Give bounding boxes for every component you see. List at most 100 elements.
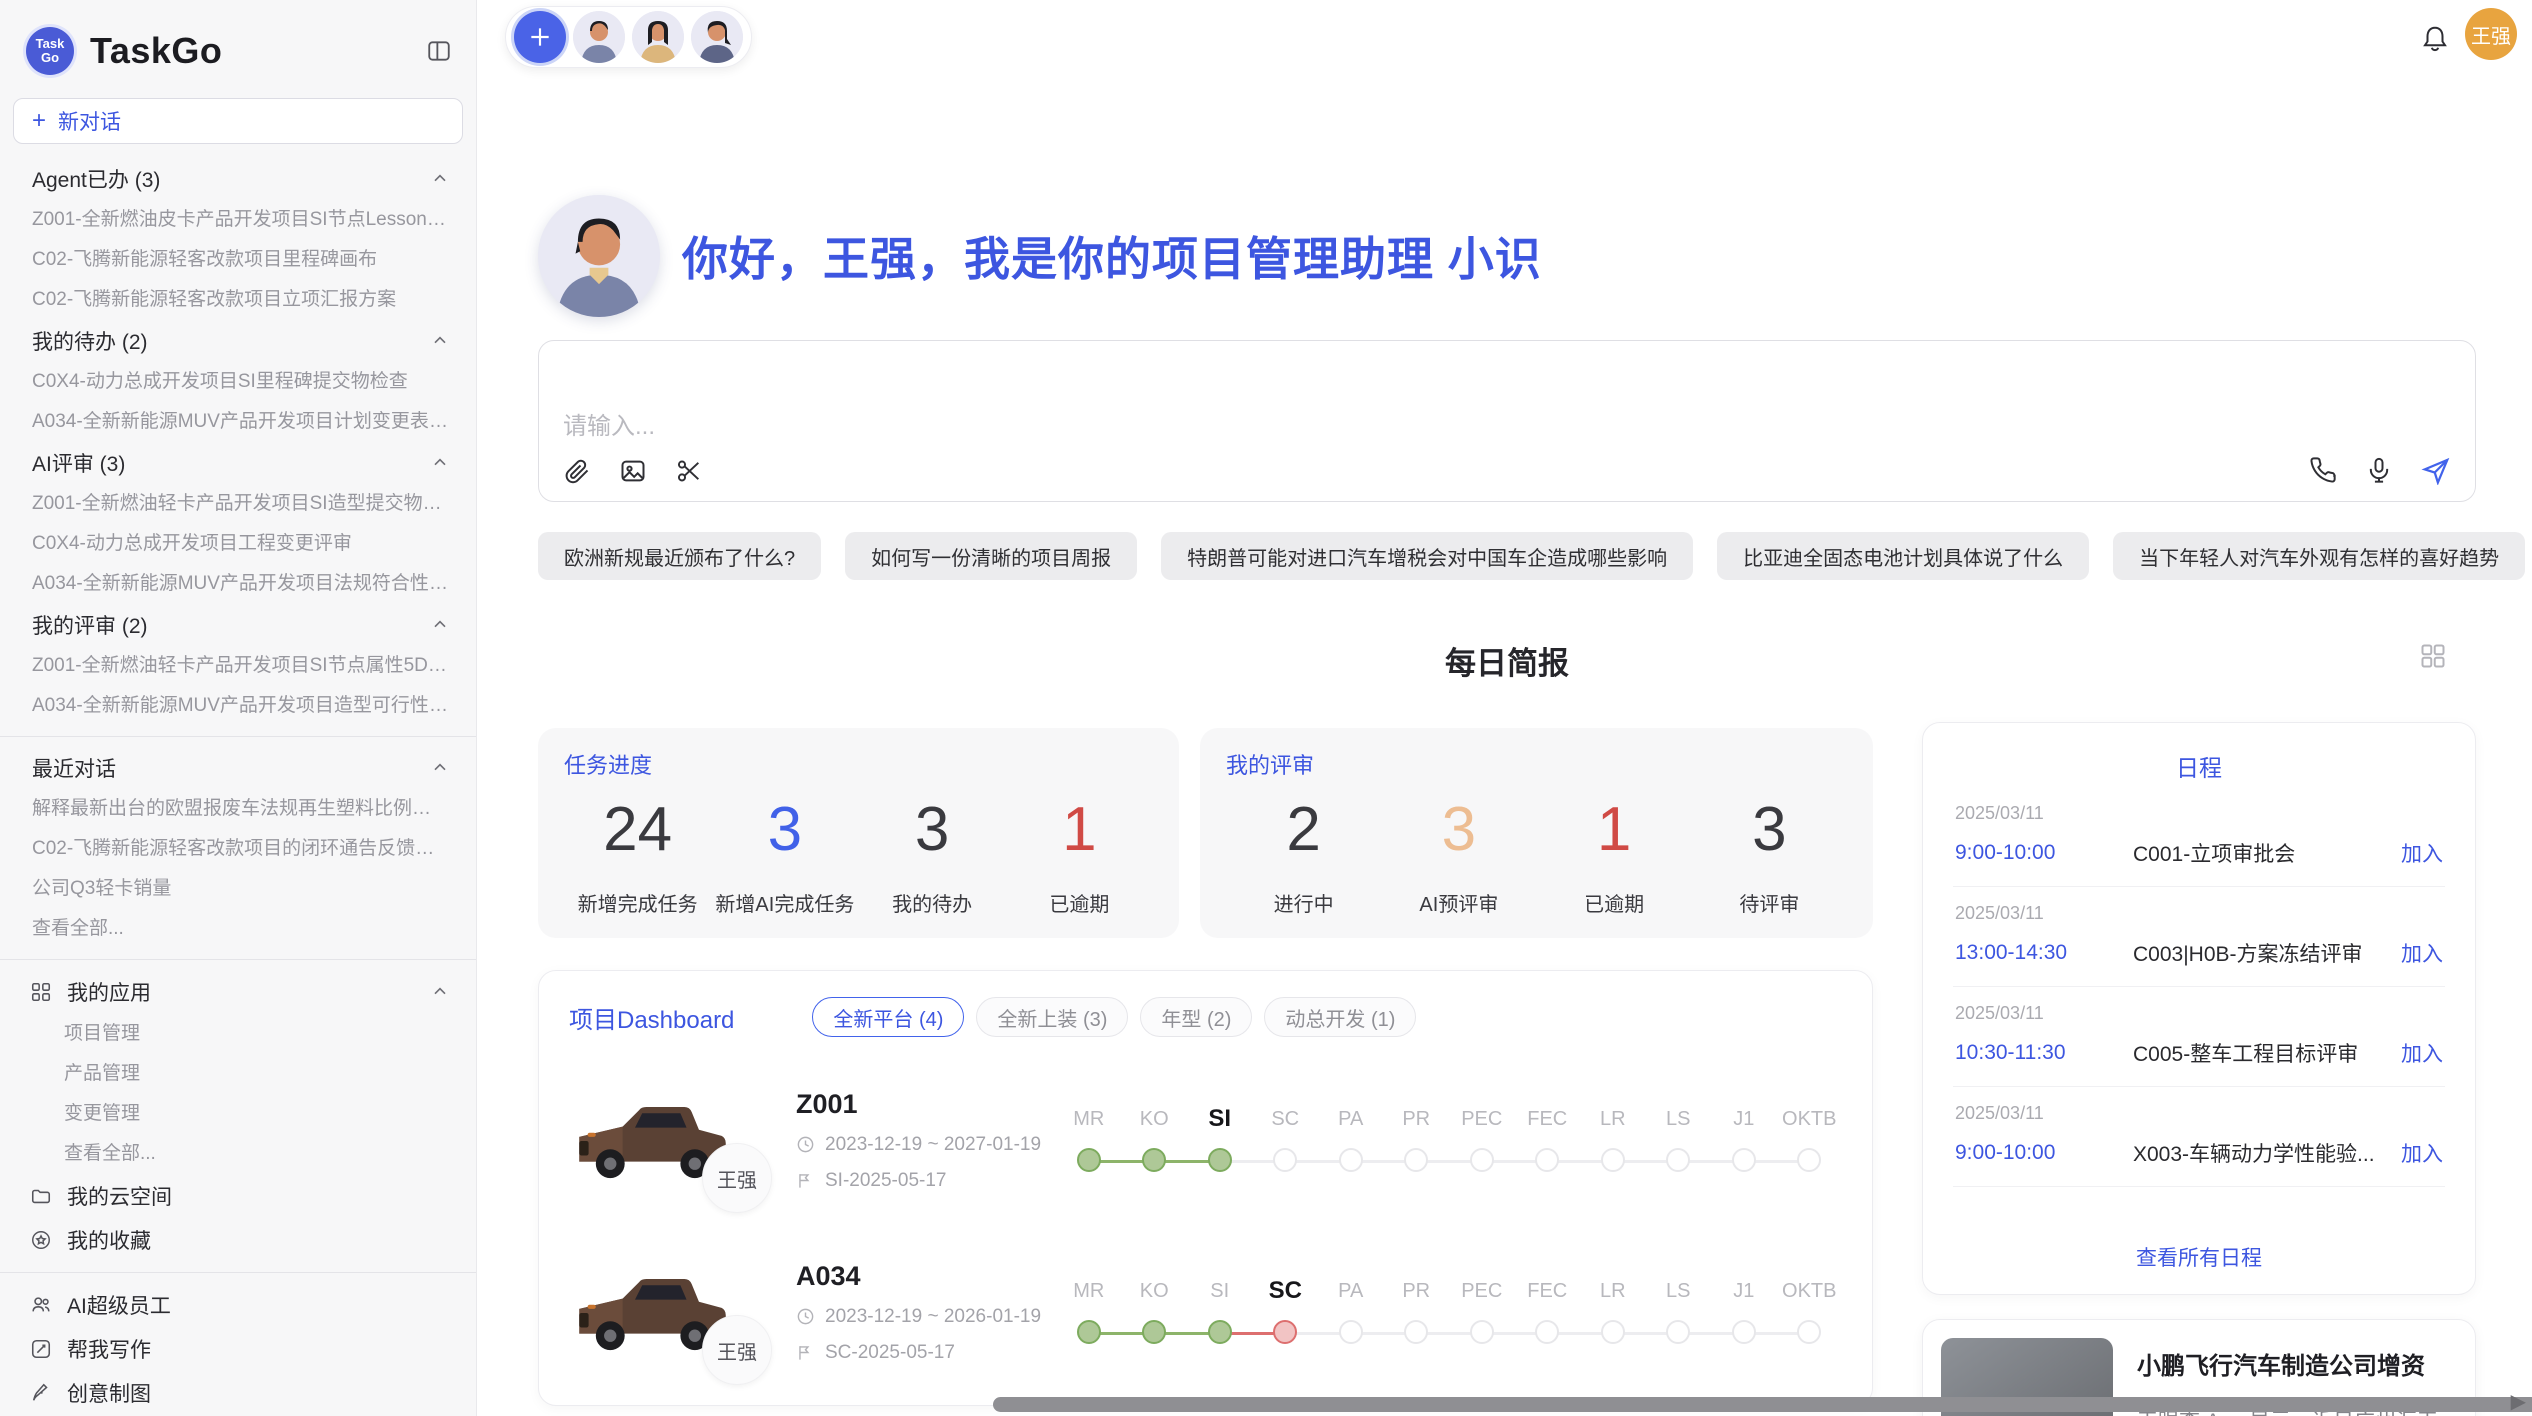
dashboard-tab[interactable]: 全新平台 (4)	[812, 997, 964, 1037]
sidebar-item-write[interactable]: 帮我写作	[0, 1327, 476, 1371]
send-icon[interactable]	[2421, 455, 2451, 485]
view-all-schedule-link[interactable]: 查看所有日程	[1953, 1226, 2445, 1280]
chevron-up-icon[interactable]	[430, 982, 450, 1002]
recent-chat-item[interactable]: C02-飞腾新能源轻客改款项目的闭环通告反馈情况	[0, 829, 476, 869]
stat-item: 3 AI预评审	[1381, 786, 1536, 917]
app-child-item[interactable]: 产品管理	[0, 1054, 476, 1094]
stats-row: 任务进度 24 新增完成任务 3	[538, 728, 1873, 938]
stat-card-task-progress: 任务进度 24 新增完成任务 3	[538, 728, 1179, 938]
dashboard-header: 项目Dashboard 全新平台 (4) 全新上装 (3) 年型 (2)	[569, 997, 1842, 1037]
avatar[interactable]	[632, 11, 684, 63]
notification-bell-icon[interactable]	[2420, 24, 2450, 59]
app-child-item[interactable]: 项目管理	[0, 1014, 476, 1054]
divider	[0, 1272, 476, 1273]
sidebar-section-header[interactable]: 我的待办 (2)	[0, 320, 476, 362]
sidebar-task-item[interactable]: C0X4-动力总成开发项目工程变更评审	[0, 524, 476, 564]
project-info: Z001 2023-12-19 ~ 2027-01-19 SI-2025-05-…	[796, 1089, 1048, 1192]
sidebar-section-header[interactable]: AI评审 (3)	[0, 442, 476, 484]
app-child-item[interactable]: 变更管理	[0, 1094, 476, 1134]
sidebar-item-favorites[interactable]: 我的收藏	[0, 1218, 476, 1262]
milestone-node	[1470, 1320, 1494, 1344]
project-vehicle-image: 王强	[569, 1081, 734, 1199]
sidebar-task-item[interactable]: A034-全新新能源MUV产品开发项目造型可行性评审	[0, 686, 476, 726]
milestone-node	[1601, 1320, 1625, 1344]
add-chat-button[interactable]	[514, 11, 566, 63]
suggestion-chip[interactable]: 当下年轻人对汽车外观有怎样的喜好趋势	[2113, 532, 2525, 580]
greeting-text: 你好，王强，我是你的项目管理助理 小识	[682, 223, 1542, 289]
recent-chat-item[interactable]: 公司Q3轻卡销量	[0, 869, 476, 909]
phone-icon[interactable]	[2309, 456, 2337, 484]
sidebar-task-item[interactable]: Z001-全新燃油轻卡产品开发项目SI节点属性5D文件评审	[0, 646, 476, 686]
schedule-title: 日程	[1953, 749, 2445, 783]
milestone-label: SI	[1187, 1274, 1253, 1308]
milestone-node	[1732, 1320, 1756, 1344]
schedule-event: 2025/03/11 9:00-10:00 C001-立项审批会 加入	[1953, 787, 2445, 887]
chevron-up-icon[interactable]	[430, 331, 450, 351]
message-composer[interactable]: 请输入...	[538, 340, 2476, 502]
suggestion-chip[interactable]: 特朗普可能对进口汽车增税会对中国车企造成哪些影响	[1161, 532, 1693, 580]
dashboard-tab[interactable]: 年型 (2)	[1140, 997, 1252, 1037]
scroll-right-arrow[interactable]: ▶	[2511, 1389, 2526, 1414]
event-name: C003|H0B-方案冻结评审	[2133, 938, 2387, 968]
suggestion-chip[interactable]: 欧洲新规最近颁布了什么?	[538, 532, 821, 580]
chevron-up-icon[interactable]	[430, 615, 450, 635]
sidebar-item-ai-staff[interactable]: AI超级员工	[0, 1283, 476, 1327]
chevron-up-icon[interactable]	[430, 453, 450, 473]
image-icon[interactable]	[619, 457, 647, 485]
horizontal-scrollbar-thumb[interactable]	[993, 1397, 2532, 1412]
sidebar-item-my-apps[interactable]: 我的应用	[0, 970, 476, 1014]
event-join-link[interactable]: 加入	[2401, 1138, 2443, 1168]
milestone-label: LS	[1646, 1274, 1712, 1308]
event-join-link[interactable]: 加入	[2401, 938, 2443, 968]
suggestion-chip[interactable]: 如何写一份清晰的项目周报	[845, 532, 1137, 580]
sidebar-task-item[interactable]: C02-飞腾新能源轻客改款项目立项汇报方案	[0, 280, 476, 320]
stat-value: 24	[564, 786, 711, 874]
attachment-icon[interactable]	[563, 457, 591, 485]
project-row[interactable]: 王强 Z001 2023-12-19 ~ 2027-01-19	[569, 1071, 1842, 1209]
project-row[interactable]: 王强 A034 2023-12-19 ~ 2026-01-19	[569, 1243, 1842, 1381]
avatar[interactable]	[691, 11, 743, 63]
event-join-link[interactable]: 加入	[2401, 1038, 2443, 1068]
schedule-event: 2025/03/11 10:30-11:30 C005-整车工程目标评审 加入	[1953, 987, 2445, 1087]
event-time: 13:00-14:30	[1955, 941, 2133, 965]
sidebar-item-draw[interactable]: 创意制图	[0, 1371, 476, 1415]
sidebar-task-item[interactable]: A034-全新新能源MUV产品开发项目法规符合性评审	[0, 564, 476, 604]
recent-chat-item[interactable]: 查看全部...	[0, 909, 476, 949]
sidebar-task-item[interactable]: Z001-全新燃油皮卡产品开发项目SI节点Lesson Learn报告	[0, 200, 476, 240]
app-child-item[interactable]: 查看全部...	[0, 1134, 476, 1174]
schedule-event: 2025/03/11 13:00-14:30 C003|H0B-方案冻结评审 加…	[1953, 887, 2445, 987]
sidebar-task-item[interactable]: C0X4-动力总成开发项目SI里程碑提交物检查	[0, 362, 476, 402]
layout-grid-icon[interactable]	[2419, 642, 2447, 675]
main-area: 王强 你好，王强，我是你的项目管理助理 小识 请输入...	[477, 0, 2532, 1416]
microphone-icon[interactable]	[2365, 456, 2393, 484]
scissors-icon[interactable]	[675, 457, 703, 485]
dashboard-tab[interactable]: 全新上装 (3)	[976, 997, 1128, 1037]
chevron-up-icon[interactable]	[430, 169, 450, 189]
event-name: C005-整车工程目标评审	[2133, 1038, 2387, 1068]
sidebar-section-header[interactable]: 我的评审 (2)	[0, 604, 476, 646]
new-chat-button[interactable]: + 新对话	[13, 98, 463, 144]
stat-item: 3 待评审	[1692, 786, 1847, 917]
sidebar-section-header-recent[interactable]: 最近对话	[0, 747, 476, 789]
stat-label: 待评审	[1692, 888, 1847, 917]
event-join-link[interactable]: 加入	[2401, 838, 2443, 868]
chevron-up-icon[interactable]	[430, 758, 450, 778]
project-flag-date: SC-2025-05-17	[825, 1342, 955, 1364]
sidebar-task-item[interactable]: Z001-全新燃油轻卡产品开发项目SI造型提交物评审	[0, 484, 476, 524]
section-title: Agent已办 (3)	[32, 164, 160, 194]
avatar[interactable]	[573, 11, 625, 63]
user-avatar[interactable]: 王强	[2465, 8, 2517, 60]
sidebar-task-item[interactable]: C02-飞腾新能源轻客改款项目里程碑画布	[0, 240, 476, 280]
sidebar-task-item[interactable]: A034-全新新能源MUV产品开发项目计划变更表编写	[0, 402, 476, 442]
dashboard-tab[interactable]: 动总开发 (1)	[1264, 997, 1416, 1037]
stat-item: 1 已逾期	[1537, 786, 1692, 917]
recent-chat-item[interactable]: 解释最新出台的欧盟报废车法规再生塑料比例被调至15%...	[0, 789, 476, 829]
project-owner-badge: 王强	[702, 1315, 772, 1385]
suggestion-chip[interactable]: 比亚迪全固态电池计划具体说了什么	[1717, 532, 2089, 580]
milestone-label: PR	[1384, 1274, 1450, 1308]
sidebar-section-header[interactable]: Agent已办 (3)	[0, 158, 476, 200]
sidebar-item-cloud-space[interactable]: 我的云空间	[0, 1174, 476, 1218]
project-dates: 2023-12-19 ~ 2027-01-19	[796, 1134, 1048, 1156]
project-date-range: 2023-12-19 ~ 2026-01-19	[825, 1306, 1041, 1328]
sidebar-collapse-icon[interactable]	[426, 38, 452, 64]
